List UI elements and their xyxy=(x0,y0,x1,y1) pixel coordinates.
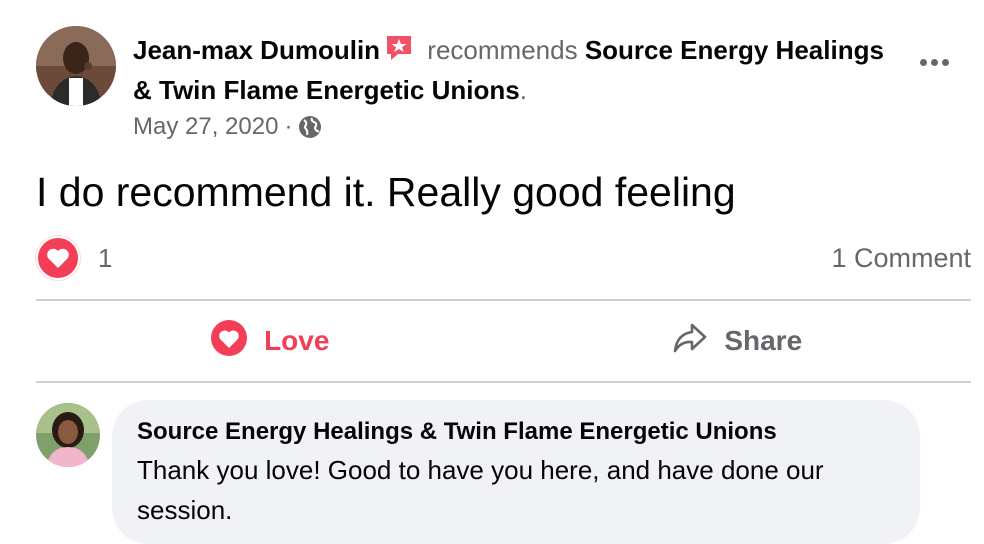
author-avatar[interactable] xyxy=(36,26,116,106)
comment-bubble: Source Energy Healings & Twin Flame Ener… xyxy=(112,400,920,544)
more-dot xyxy=(941,58,949,66)
header-period: . xyxy=(519,75,527,105)
love-heart-icon xyxy=(210,319,248,364)
love-label: Love xyxy=(264,325,330,356)
post-meta: May 27, 2020 · xyxy=(133,110,322,144)
reaction-count: 1 xyxy=(98,242,113,273)
globe-icon xyxy=(298,115,322,139)
author-name[interactable]: Jean-max Dumoulin xyxy=(133,35,380,65)
post-body-text: I do recommend it. Really good feeling xyxy=(36,169,736,215)
divider xyxy=(36,381,971,383)
share-button[interactable]: Share xyxy=(504,303,972,379)
comment-count-link[interactable]: 1 Comment xyxy=(831,243,971,274)
commenter-avatar[interactable] xyxy=(36,403,100,467)
comment-text: Thank you love! Good to have you here, a… xyxy=(137,455,824,525)
post-header: Jean-max Dumoulin recommends Source Ener… xyxy=(133,30,893,110)
recommendation-star-icon xyxy=(384,33,414,63)
more-dot xyxy=(930,58,938,66)
reaction-summary: 1 1 Comment xyxy=(36,236,971,280)
more-options-button[interactable] xyxy=(914,52,954,72)
share-label: Share xyxy=(724,325,803,356)
divider xyxy=(36,299,971,301)
heart-icon xyxy=(36,236,80,280)
meta-separator: · xyxy=(284,113,293,140)
comment-author[interactable]: Source Energy Healings & Twin Flame Ener… xyxy=(137,416,777,448)
recommends-verb: recommends xyxy=(427,35,578,65)
post-date[interactable]: May 27, 2020 xyxy=(133,110,278,144)
love-button[interactable]: Love xyxy=(36,303,504,379)
share-arrow-icon xyxy=(672,322,708,361)
reaction-count-group[interactable]: 1 xyxy=(36,236,112,280)
post-card: Jean-max Dumoulin recommends Source Ener… xyxy=(0,0,984,544)
action-bar: Love Share xyxy=(36,303,971,379)
more-dot xyxy=(919,58,927,66)
